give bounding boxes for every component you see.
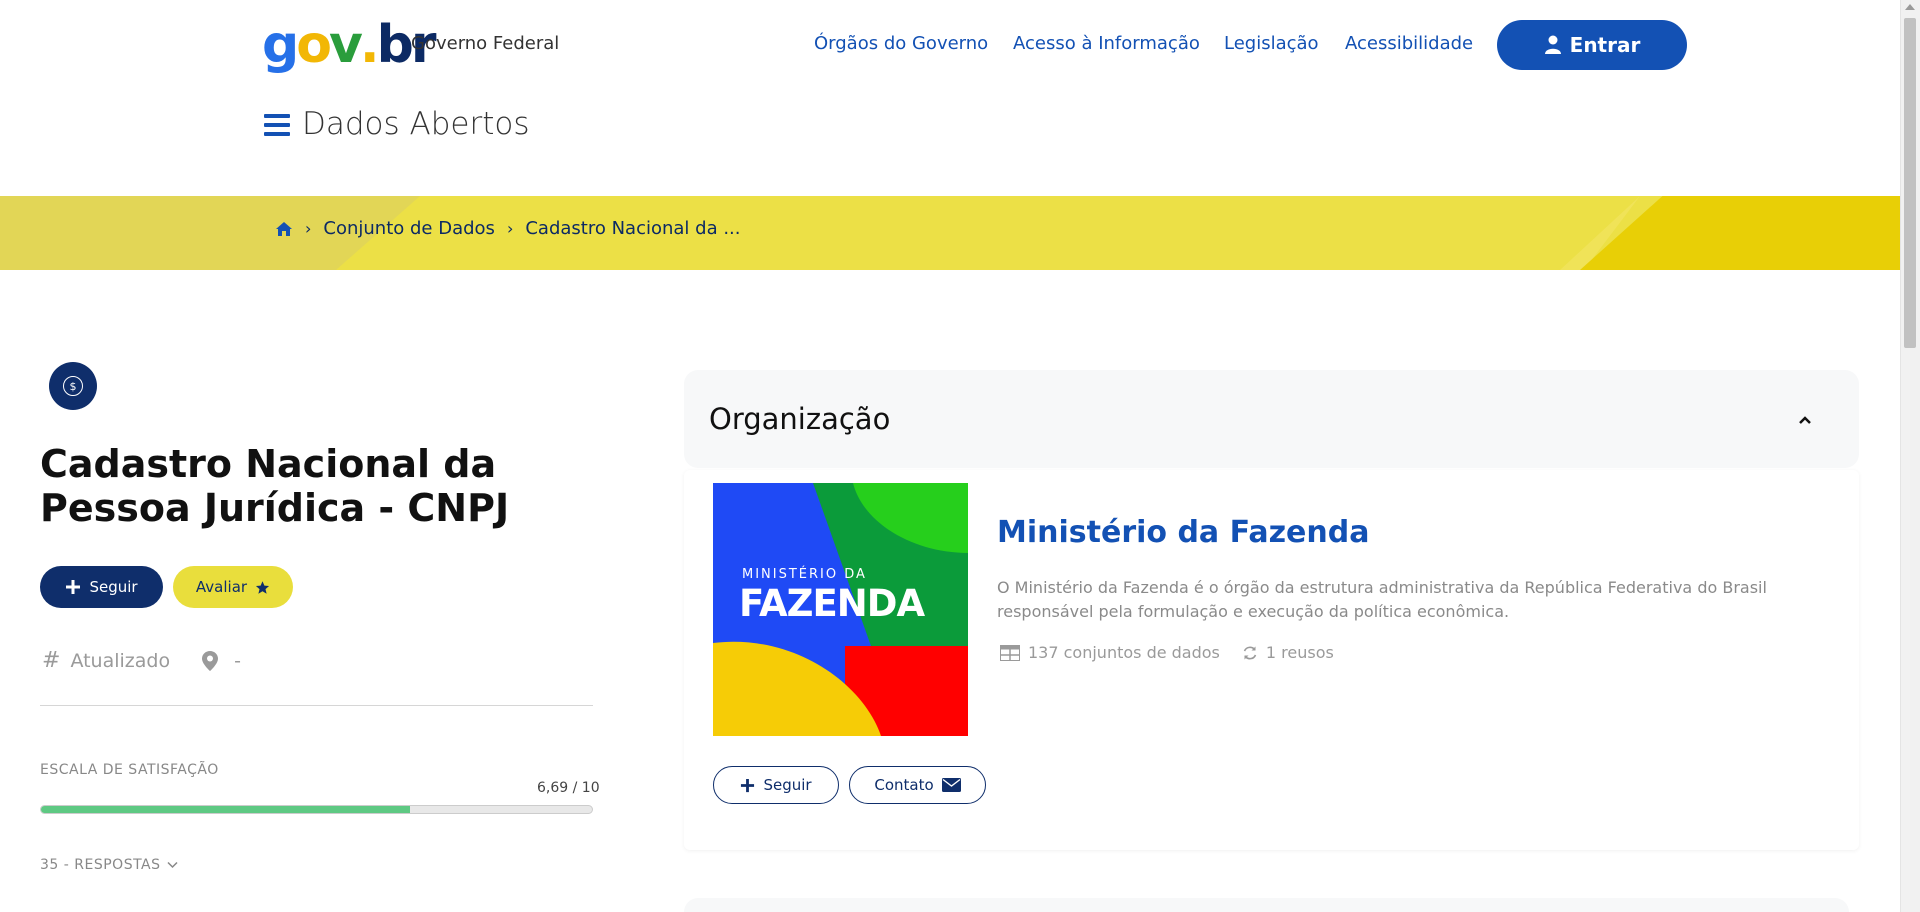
breadcrumb-current[interactable]: Cadastro Nacional da ... <box>525 218 740 239</box>
organization-description: O Ministério da Fazenda é o órgão da est… <box>997 578 1767 621</box>
dataset-title: Cadastro Nacional da Pessoa Jurídica - C… <box>40 442 510 530</box>
rate-dataset-button[interactable]: Avaliar <box>173 566 293 608</box>
nav-acesso-a-informacao[interactable]: Acesso à Informação <box>1013 33 1200 54</box>
refresh-icon <box>1243 646 1257 659</box>
scrollbar-thumb[interactable] <box>1904 18 1916 348</box>
datasets-count: 137 conjuntos de dados <box>1028 643 1220 662</box>
logo-dot: . <box>359 15 380 75</box>
follow-organization-button[interactable]: Seguir <box>713 766 839 804</box>
plus-icon <box>66 580 81 594</box>
home-icon[interactable] <box>275 221 293 237</box>
follow-dataset-button[interactable]: Seguir <box>40 566 163 608</box>
organization-name-link[interactable]: Ministério da Fazenda <box>997 515 1369 550</box>
contact-button[interactable]: Contato <box>849 766 986 804</box>
scroll-up-arrow-icon[interactable] <box>1905 4 1915 10</box>
logo-letter-b: b <box>376 15 414 75</box>
location-pin-icon <box>202 650 219 671</box>
chevron-right-icon: › <box>506 219 514 238</box>
logo-line2: FAZENDA <box>739 582 925 625</box>
logo-letter-o: o <box>296 15 332 75</box>
reuses-count: 1 reusos <box>1265 643 1334 662</box>
plus-icon <box>741 778 755 792</box>
logo-letter-v: v <box>328 15 363 75</box>
login-button[interactable]: Entrar <box>1497 20 1687 70</box>
ministerio-da-fazenda-logo[interactable]: MINISTÉRIO DA FAZENDA <box>713 483 968 736</box>
breadcrumb-conjunto-de-dados[interactable]: Conjunto de Dados <box>323 218 495 239</box>
chevron-down-icon <box>166 861 178 869</box>
satisfaction-label: ESCALA DE SATISFAÇÃO <box>40 762 219 778</box>
login-button-label: Entrar <box>1569 33 1641 57</box>
divider <box>40 705 593 706</box>
user-icon <box>1544 35 1561 54</box>
updated-label: Atualizado <box>70 649 171 672</box>
hash-icon: # <box>42 648 61 673</box>
breadcrumb: › Conjunto de Dados › Cadastro Nacional … <box>275 218 740 239</box>
logo-letter-g: g <box>262 15 299 75</box>
dataset-meta: # Atualizado - <box>42 648 241 673</box>
dollar-icon: $ <box>63 376 83 396</box>
satisfaction-bar <box>40 805 593 814</box>
menu-icon[interactable] <box>264 114 290 136</box>
organization-stats: 137 conjuntos de dados 1 reusos <box>1000 643 1334 662</box>
organization-section-title: Organização <box>709 402 891 436</box>
responses-toggle[interactable]: 35 - RESPOSTAS <box>40 857 178 873</box>
responses-label: 35 - RESPOSTAS <box>40 857 161 873</box>
dataset-category-icon: $ <box>49 362 97 410</box>
follow-label: Seguir <box>89 578 138 596</box>
chevron-right-icon: › <box>305 219 312 238</box>
rate-label: Avaliar <box>195 578 248 596</box>
nav-orgaos-do-governo[interactable]: Órgãos do Governo <box>814 33 988 54</box>
follow-organization-label: Seguir <box>763 776 812 794</box>
table-icon <box>1000 644 1020 661</box>
nav-legislacao[interactable]: Legislação <box>1224 33 1319 54</box>
site-title: Dados Abertos <box>302 106 530 142</box>
governo-federal-label: Governo Federal <box>411 33 560 54</box>
chevron-up-icon[interactable] <box>1798 413 1812 427</box>
next-section-card <box>684 898 1849 912</box>
contact-label: Contato <box>874 776 934 794</box>
envelope-icon <box>941 778 961 792</box>
star-icon <box>256 580 270 594</box>
satisfaction-bar-fill <box>41 806 410 813</box>
location-value: - <box>234 649 241 672</box>
nav-acessibilidade[interactable]: Acessibilidade <box>1345 33 1473 54</box>
satisfaction-value: 6,69 / 10 <box>537 780 600 796</box>
gov-br-logo[interactable]: g o v . b r <box>262 15 436 75</box>
logo-line1: MINISTÉRIO DA <box>742 566 867 582</box>
